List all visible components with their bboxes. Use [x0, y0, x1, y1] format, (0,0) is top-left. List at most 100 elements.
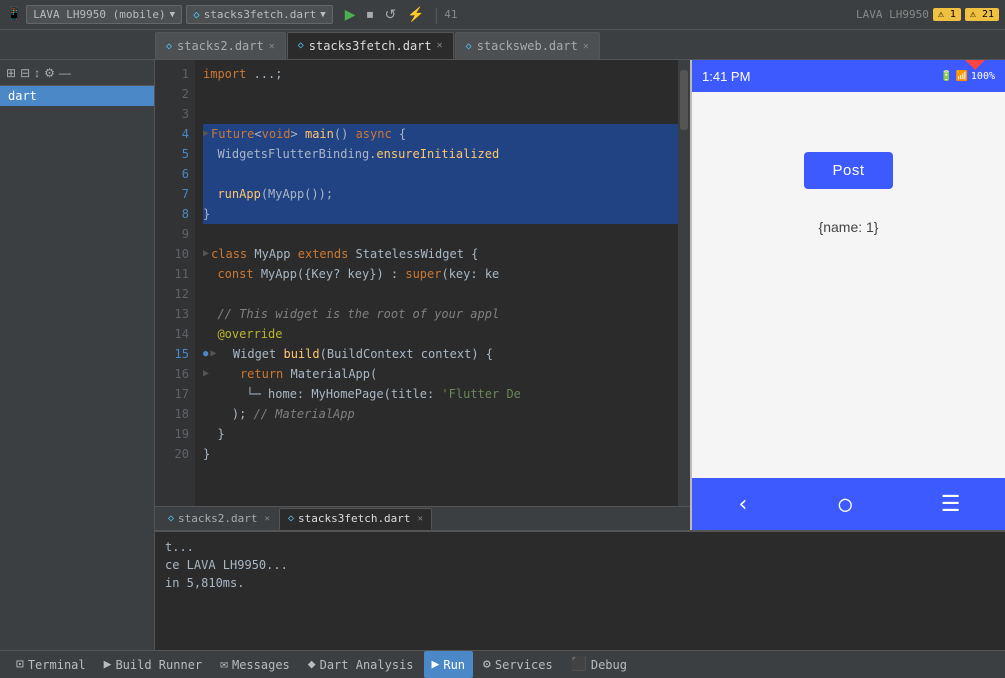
nav-back-icon[interactable]: ‹ [736, 492, 749, 517]
debug-label: Debug [591, 658, 627, 672]
file-tab-selector[interactable]: ◇ stacks3fetch.dart ▼ [186, 5, 333, 24]
bottom-tab-stacks2[interactable]: ◇ stacks2.dart ✕ [159, 508, 279, 530]
code-line-10: ▶ class MyApp extends StatelessWidget { [203, 244, 678, 264]
arrow-15[interactable]: ▶ [210, 344, 216, 364]
sidebar-btn-minimize[interactable]: — [59, 66, 71, 80]
phone-status-bar: 1:41 PM 🔋 📶 100% BUG [692, 60, 1005, 92]
warning-badge-1[interactable]: ⚠ 1 [933, 8, 961, 21]
device-label: LAVA LH9950 (mobile) [33, 8, 165, 21]
tab-close-2[interactable]: ✕ [437, 40, 443, 51]
build-runner-icon: ▶ [104, 657, 112, 672]
console-line-1: t... [165, 538, 995, 556]
stop-button[interactable]: ⏹ [362, 4, 377, 25]
dart-analysis-icon: ◆ [308, 657, 316, 672]
arrow-16[interactable]: ▶ [203, 364, 209, 384]
reload-button[interactable]: ↺ [380, 4, 400, 25]
warning-badge-2[interactable]: ⚠ 21 [965, 8, 999, 21]
code-line-11: const MyApp({Key? key}) : super(key: ke [203, 264, 678, 284]
top-bar-right: LAVA LH9950 ⚠ 1 ⚠ 21 [856, 8, 999, 21]
post-button[interactable]: Post [804, 152, 892, 189]
phone-frame: 1:41 PM 🔋 📶 100% BUG Post {name: 1} [692, 60, 1005, 530]
sidebar-item-active[interactable]: dart [0, 86, 154, 106]
kw-import: import [203, 64, 246, 84]
battery-icon: 🔋 [940, 71, 952, 82]
ln-18: 18 [161, 404, 189, 424]
ln-3: 3 [161, 104, 189, 124]
editor-content[interactable]: 1 2 3 4 5 6 7 8 9 10 11 12 13 [155, 60, 690, 506]
line-numbers: 1 2 3 4 5 6 7 8 9 10 11 12 13 [155, 60, 195, 506]
ln-19: 19 [161, 424, 189, 444]
services-panel[interactable]: ⚙ Services [475, 651, 561, 678]
left-sidebar: ⊞ ⊟ ↕ ⚙ — dart [0, 60, 155, 650]
bottom-tab-label-2: stacks3fetch.dart [298, 512, 411, 525]
sidebar-btn-gear[interactable]: ⚙ [44, 66, 55, 80]
bottom-tab-close-1[interactable]: ✕ [265, 514, 270, 524]
dart-analysis-panel[interactable]: ◆ Dart Analysis [300, 651, 422, 678]
tab-stacks2[interactable]: ◇ stacks2.dart ✕ [155, 32, 286, 59]
terminal-icon: ⊡ [16, 657, 24, 672]
phone-time: 1:41 PM [702, 69, 750, 84]
tab-stacksweb[interactable]: ◇ stacksweb.dart ✕ [455, 32, 600, 59]
code-line-20: } [203, 444, 678, 464]
hot-reload-button[interactable]: ⚡ [403, 4, 428, 25]
code-line-5: WidgetsFlutterBinding.ensureInitialized [203, 144, 678, 164]
terminal-label: Terminal [28, 658, 86, 672]
file-tabs-row: ◇ stacks2.dart ✕ ◇ stacks3fetch.dart ✕ ◇… [0, 30, 1005, 60]
code-line-9 [203, 224, 678, 244]
vertical-scrollbar[interactable] [678, 60, 690, 506]
chevron-down-icon2: ▼ [320, 10, 325, 20]
phone-icon: 📱 [6, 7, 22, 22]
device-selector[interactable]: LAVA LH9950 (mobile) ▼ [26, 5, 182, 24]
code-line-18: ); // MaterialApp [203, 404, 678, 424]
arrow-10[interactable]: ▶ [203, 244, 209, 264]
arrow-4[interactable]: ▶ [203, 124, 209, 144]
code-line-12 [203, 284, 678, 304]
ln-7: 7 [161, 184, 189, 204]
code-line-4: ▶ Future<void> main() async { [203, 124, 678, 144]
bottom-tab-stacks3fetch[interactable]: ◇ stacks3fetch.dart ✕ [279, 508, 432, 530]
ln-6: 6 [161, 164, 189, 184]
ln-16: 16 [161, 364, 189, 384]
device-preview: 1:41 PM 🔋 📶 100% BUG Post {name: 1} [690, 60, 1005, 530]
ln-4: 4 [161, 124, 189, 144]
code-line-8: } [203, 204, 678, 224]
nav-menu-icon[interactable]: ☰ [941, 492, 961, 517]
messages-icon: ✉ [220, 657, 228, 672]
step-counter: 41 [444, 8, 457, 21]
tab-close-3[interactable]: ✕ [583, 41, 589, 52]
top-bar-left: 📱 LAVA LH9950 (mobile) ▼ ◇ stacks3fetch.… [6, 4, 458, 25]
bottom-tab-close-2[interactable]: ✕ [418, 514, 423, 524]
build-runner-panel[interactable]: ▶ Build Runner [96, 651, 211, 678]
code-lines: import ...; ▶ Future<void> main() async … [195, 60, 678, 506]
dart-icon-btab2: ◇ [288, 513, 294, 524]
tab-label-3: stacksweb.dart [477, 39, 578, 53]
code-line-17: └─ home: MyHomePage(title: 'Flutter De [203, 384, 678, 404]
ln-2: 2 [161, 84, 189, 104]
tab-close-1[interactable]: ✕ [269, 41, 275, 52]
ln-5: 5 [161, 144, 189, 164]
terminal-panel[interactable]: ⊡ Terminal [8, 651, 94, 678]
run-button[interactable]: ▶ [341, 4, 360, 25]
code-line-7: runApp(MyApp()); [203, 184, 678, 204]
tab-stacks3fetch[interactable]: ◇ stacks3fetch.dart ✕ [287, 32, 454, 59]
ln-11: 11 [161, 264, 189, 284]
code-line-2 [203, 84, 678, 104]
tab-label-1: stacks2.dart [177, 39, 264, 53]
run-panel[interactable]: ▶ Run [424, 651, 474, 678]
ln-15: 15 [161, 344, 189, 364]
services-icon: ⚙ [483, 657, 491, 672]
code-line-6 [203, 164, 678, 184]
sidebar-btn-collapse[interactable]: ⊟ [20, 66, 30, 80]
nav-home-icon[interactable]: ○ [839, 492, 852, 517]
run-icon: ▶ [432, 657, 440, 672]
messages-panel[interactable]: ✉ Messages [212, 651, 298, 678]
debug-panel[interactable]: ⬛ Debug [563, 651, 635, 678]
ln-12: 12 [161, 284, 189, 304]
sidebar-btn-expand[interactable]: ⊞ [6, 66, 16, 80]
separator: | [432, 5, 442, 24]
sidebar-btn-sort[interactable]: ↕ [34, 66, 40, 80]
file-selector-label: stacks3fetch.dart [204, 8, 317, 21]
top-bar: 📱 LAVA LH9950 (mobile) ▼ ◇ stacks3fetch.… [0, 0, 1005, 30]
messages-label: Messages [232, 658, 290, 672]
ln-8: 8 [161, 204, 189, 224]
